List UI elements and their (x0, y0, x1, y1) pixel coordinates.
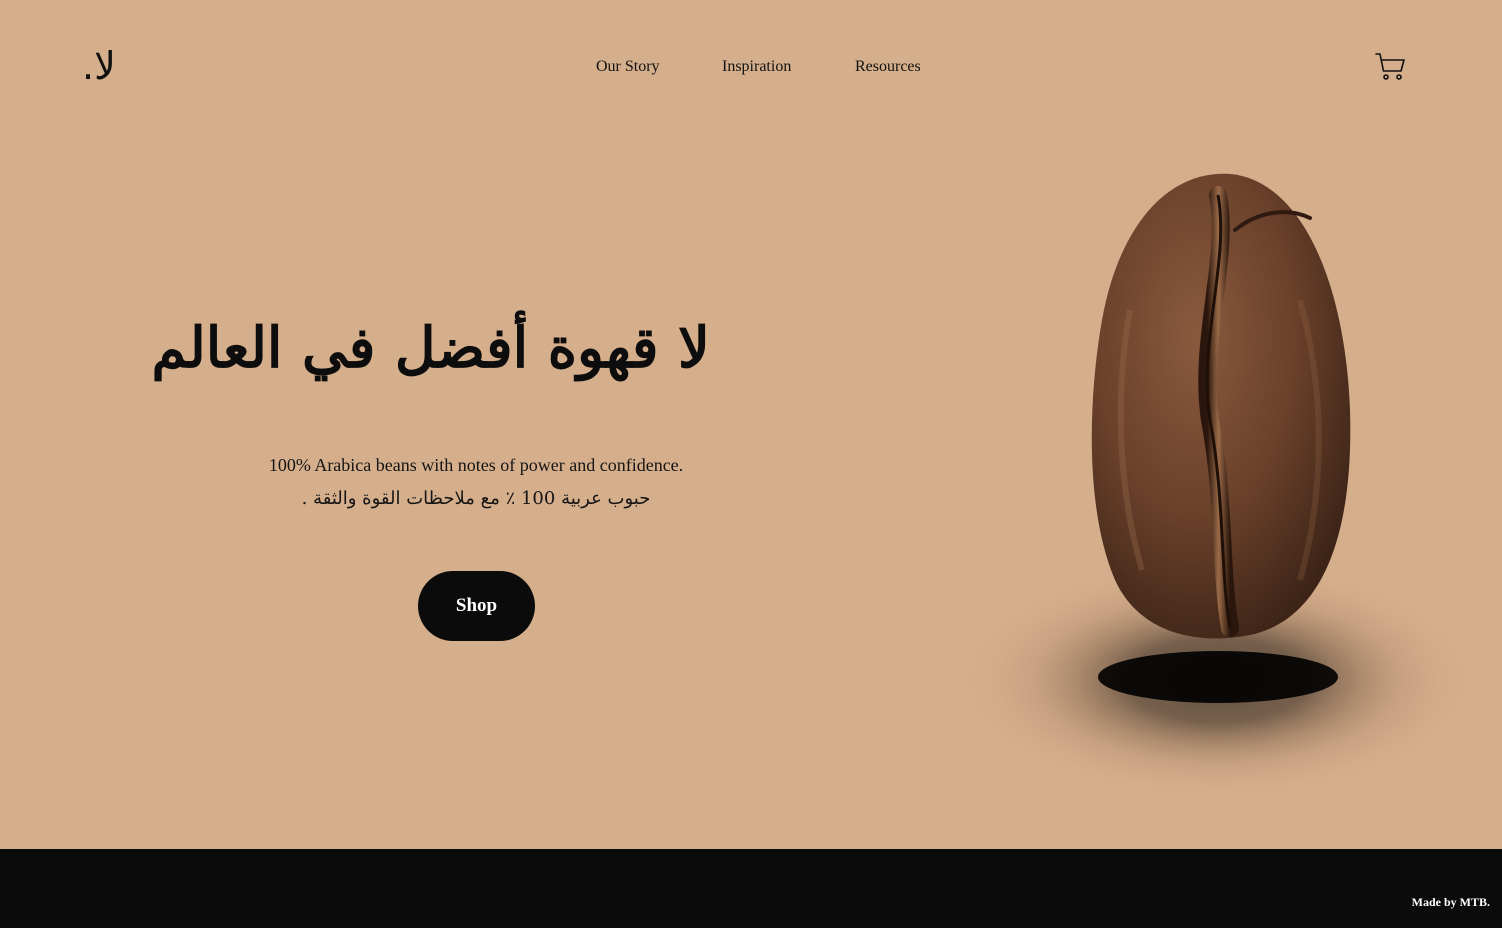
nav-resources[interactable]: Resources (855, 56, 921, 78)
shop-button[interactable]: Shop (418, 571, 535, 641)
nav-our-story[interactable]: Our Story (596, 56, 660, 78)
footer-credit: Made by MTB. (1411, 895, 1490, 909)
hero-subtitle-ar: حبوب عربية 100 ٪ مع ملاحظات القوة والثقة… (301, 488, 651, 509)
main-nav: Our Story Inspiration Resources (0, 56, 1502, 80)
cart-icon[interactable] (1374, 50, 1408, 84)
hero-headline: لا قهوة أفضل في العالم (151, 315, 710, 381)
hero-subtitle-en: 100% Arabica beans with notes of power a… (268, 455, 684, 475)
nav-inspiration[interactable]: Inspiration (722, 56, 791, 78)
footer: Made by MTB. (0, 849, 1502, 928)
coffee-bean-image (880, 140, 1480, 840)
hero-section: لا. Our Story Inspiration Resources لا ق… (0, 0, 1502, 849)
